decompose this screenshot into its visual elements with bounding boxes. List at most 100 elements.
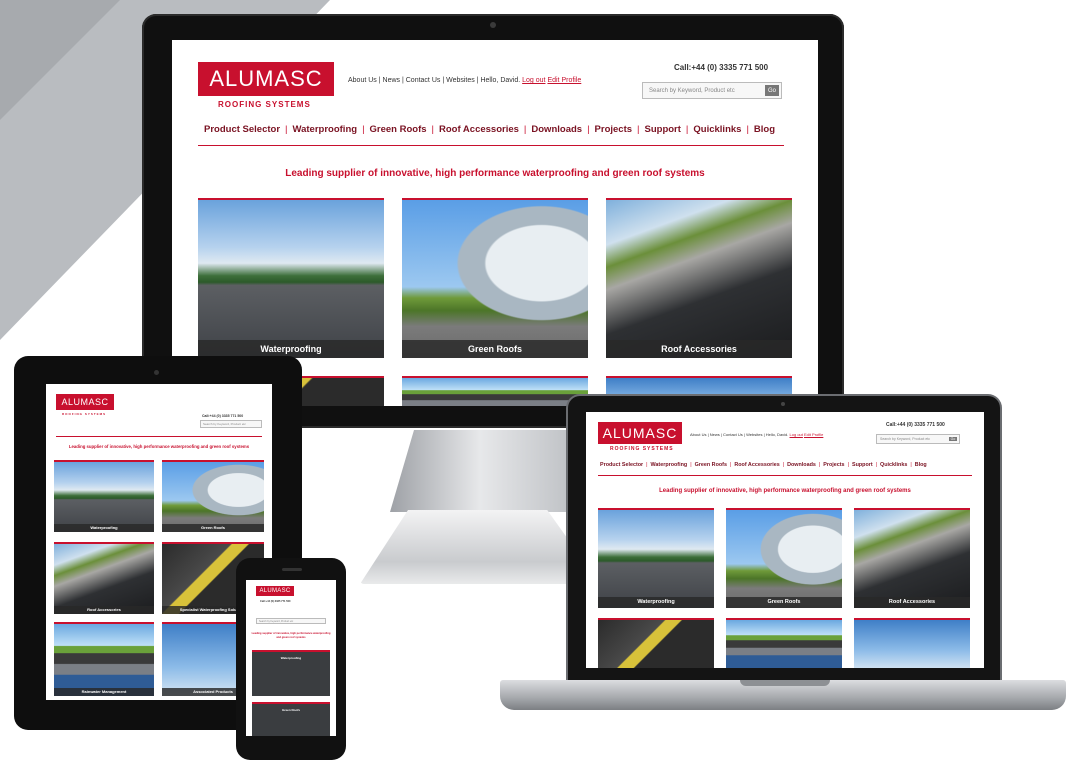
tile-caption: Rainwater Management xyxy=(54,688,154,696)
news-link[interactable]: News xyxy=(383,77,401,84)
main-nav: Product Selector | Waterproofing | Green R… xyxy=(204,124,776,135)
nav-item-quicklinks[interactable]: Quicklinks xyxy=(693,124,741,135)
tile-caption: Green Roofs xyxy=(162,524,264,532)
tile-caption: Green Roofs xyxy=(281,708,300,712)
nav-item-blog[interactable]: Blog xyxy=(754,124,775,135)
nav-item-downloads[interactable]: Downloads xyxy=(531,124,582,135)
nav-item-blog[interactable]: Blog xyxy=(915,462,927,468)
tagline: Leading supplier of innovative, high per… xyxy=(285,168,705,179)
laptop-logo-subtitle: ROOFING SYSTEMS xyxy=(610,446,674,452)
logout-link[interactable]: Log out xyxy=(522,77,545,84)
news-link[interactable]: News xyxy=(710,432,720,437)
tile-caption: Waterproofing xyxy=(598,597,714,608)
nav-item-support[interactable]: Support xyxy=(645,124,681,135)
laptop-tile-waterproofing[interactable]: Waterproofing xyxy=(598,508,714,608)
laptop-tile-specialist[interactable] xyxy=(598,618,714,668)
tablet-tile-waterproofing[interactable]: Waterproofing xyxy=(54,460,154,532)
logout-link[interactable]: Log out xyxy=(790,432,803,437)
laptop-camera-icon xyxy=(781,402,785,406)
tile-caption: Green Roofs xyxy=(402,340,588,358)
tablet-search-input[interactable]: Search by Keyword, Product etc xyxy=(200,420,262,428)
laptop-logo[interactable]: ALUMASC xyxy=(598,422,682,444)
nav-item-quicklinks[interactable]: Quicklinks xyxy=(880,462,907,468)
tile-rainwater[interactable] xyxy=(402,376,588,406)
search-placeholder: Search by Keyword, Product etc xyxy=(649,87,735,94)
laptop-tile-roof-accessories[interactable]: Roof Accessories xyxy=(854,508,970,608)
laptop-screen: ALUMASC ROOFING SYSTEMS About Us | News … xyxy=(586,412,984,668)
contact-link[interactable]: Contact Us xyxy=(723,432,743,437)
desktop-screen: ALUMASC ROOFING SYSTEMS About Us | News … xyxy=(172,40,818,406)
laptop-tile-rainwater[interactable] xyxy=(726,618,842,668)
monitor-stand-neck xyxy=(390,430,590,512)
top-links: About Us | News | Contact Us | Websites … xyxy=(348,77,582,84)
nav-item-downloads[interactable]: Downloads xyxy=(787,462,816,468)
monitor-camera-icon xyxy=(490,22,496,28)
tablet-tile-roof-accessories[interactable]: Roof Accessories xyxy=(54,542,154,614)
about-link[interactable]: About Us xyxy=(690,432,706,437)
search-placeholder: Search by Keyword, Product etc xyxy=(203,422,246,426)
tile-caption: Roof Accessories xyxy=(854,597,970,608)
greeting: Hello, David. xyxy=(765,432,789,437)
phone-number[interactable]: Call:+44 (0) 3335 771 500 xyxy=(674,63,768,72)
nav-item-green-roofs[interactable]: Green Roofs xyxy=(370,124,427,135)
tile-caption: Roof Accessories xyxy=(54,606,154,614)
laptop-phone-number[interactable]: Call:+44 (0) 3335 771 500 xyxy=(886,422,945,428)
tablet-divider xyxy=(56,436,262,437)
nav-item-waterproofing[interactable]: Waterproofing xyxy=(651,462,688,468)
tile-green-roofs[interactable]: Green Roofs xyxy=(402,198,588,358)
tablet-camera-icon xyxy=(154,370,159,375)
site-logo-subtitle: ROOFING SYSTEMS xyxy=(218,100,311,109)
laptop-top-links: About Us | News | Contact Us | Websites … xyxy=(690,432,824,437)
nav-item-support[interactable]: Support xyxy=(852,462,873,468)
nav-divider xyxy=(198,145,784,146)
laptop-search-input[interactable]: Search by Keyword, Product etc Go xyxy=(876,434,960,444)
tablet-logo[interactable]: ALUMASC xyxy=(56,394,114,410)
tile-caption: Roof Accessories xyxy=(606,340,792,358)
phone-logo[interactable]: ALUMASC xyxy=(256,586,294,596)
nav-item-green-roofs[interactable]: Green Roofs xyxy=(695,462,727,468)
tablet-tile-green-roofs[interactable]: Green Roofs xyxy=(162,460,264,532)
nav-item-roof-accessories[interactable]: Roof Accessories xyxy=(439,124,519,135)
search-input[interactable]: Search by Keyword, Product etc Go xyxy=(642,82,782,99)
laptop-tagline: Leading supplier of innovative, high per… xyxy=(659,488,911,494)
laptop-main-nav: Product Selector | Waterproofing | Green R… xyxy=(600,462,927,468)
nav-item-waterproofing[interactable]: Waterproofing xyxy=(293,124,358,135)
phone-search-input[interactable]: Search by Keyword, Product etc xyxy=(256,618,326,624)
about-link[interactable]: About Us xyxy=(348,77,377,84)
search-button[interactable]: Go xyxy=(949,437,957,441)
phone-tile-waterproofing[interactable]: Waterproofing xyxy=(252,650,330,696)
tablet-tagline: Leading supplier of innovative, high per… xyxy=(68,444,250,449)
nav-item-projects[interactable]: Projects xyxy=(823,462,844,468)
greeting: Hello, David. xyxy=(480,77,521,84)
nav-item-product-selector[interactable]: Product Selector xyxy=(204,124,280,135)
search-placeholder: Search by Keyword, Product etc xyxy=(259,619,294,623)
tile-caption: Green Roofs xyxy=(726,597,842,608)
tablet-logo-subtitle: ROOFING SYSTEMS xyxy=(62,412,107,416)
tile-caption: Waterproofing xyxy=(54,524,154,532)
phone-speaker-icon xyxy=(282,568,302,571)
nav-item-projects[interactable]: Projects xyxy=(595,124,633,135)
laptop-tile-associated[interactable] xyxy=(854,618,970,668)
websites-link[interactable]: Websites xyxy=(446,77,475,84)
contact-link[interactable]: Contact Us xyxy=(406,77,441,84)
tile-waterproofing[interactable]: Waterproofing xyxy=(198,198,384,358)
phone-tile-green-roofs[interactable]: Green Roofs xyxy=(252,702,330,736)
monitor-stand-foot xyxy=(360,510,600,584)
search-button[interactable]: Go xyxy=(765,85,779,96)
edit-profile-link[interactable]: Edit Profile xyxy=(547,77,581,84)
laptop-trackpad-notch xyxy=(740,680,830,686)
laptop-nav-divider xyxy=(598,475,972,476)
nav-item-product-selector[interactable]: Product Selector xyxy=(600,462,643,468)
site-logo[interactable]: ALUMASC xyxy=(198,62,334,96)
phone-screen: ALUMASC Call:+44 (0) 3335 771 500 Search… xyxy=(246,580,336,736)
tile-roof-accessories[interactable]: Roof Accessories xyxy=(606,198,792,358)
nav-item-roof-accessories[interactable]: Roof Accessories xyxy=(734,462,779,468)
edit-profile-link[interactable]: Edit Profile xyxy=(804,432,823,437)
laptop-tile-green-roofs[interactable]: Green Roofs xyxy=(726,508,842,608)
phone-phone-number[interactable]: Call:+44 (0) 3335 771 500 xyxy=(260,600,291,603)
tablet-phone-number[interactable]: Call:+44 (0) 3335 771 500 xyxy=(202,414,243,418)
phone-tagline: Leading supplier of innovative, high per… xyxy=(251,632,331,639)
tablet-tile-rainwater[interactable]: Rainwater Management xyxy=(54,622,154,696)
websites-link[interactable]: Websites xyxy=(746,432,762,437)
tile-caption: Waterproofing xyxy=(280,656,302,660)
